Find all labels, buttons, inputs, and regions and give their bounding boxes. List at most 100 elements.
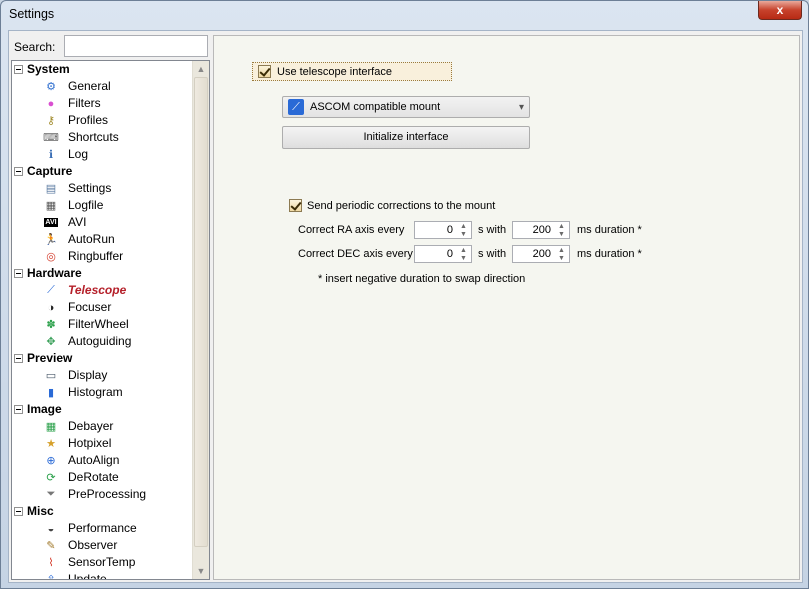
tree-item-label: Shortcuts bbox=[68, 130, 119, 144]
tree-item-update[interactable]: ⇪ Update bbox=[12, 571, 192, 580]
tree-item-debayer[interactable]: ▦ Debayer bbox=[12, 418, 192, 435]
tree-item-hotpixel[interactable]: ★ Hotpixel bbox=[12, 435, 192, 452]
tree-item-general[interactable]: ⚙ General bbox=[12, 78, 192, 95]
ra-axis-label: Correct RA axis every bbox=[298, 224, 405, 236]
spin-up-icon[interactable]: ▲ bbox=[457, 247, 470, 254]
tree-item-label: Log bbox=[68, 147, 89, 161]
capture-settings-icon: ▤ bbox=[45, 183, 57, 195]
runner-icon: 🏃 bbox=[44, 234, 58, 246]
tree-item-label: Autoguiding bbox=[68, 334, 132, 348]
spin-up-icon[interactable]: ▲ bbox=[457, 223, 470, 230]
ascom-telescope-icon: ⟋ bbox=[288, 99, 304, 115]
tree-item-preprocessing[interactable]: ⏷ PreProcessing bbox=[12, 486, 192, 503]
thermometer-icon: ⌇ bbox=[48, 557, 54, 569]
tree-group-label: Preview bbox=[27, 351, 73, 365]
tree-item-autorun[interactable]: 🏃 AutoRun bbox=[12, 231, 192, 248]
autoalign-icon: ⊕ bbox=[46, 455, 56, 467]
tree-item-focuser[interactable]: ◑ Focuser bbox=[12, 299, 192, 316]
tree-item-sensortemp[interactable]: ⌇ SensorTemp bbox=[12, 554, 192, 571]
initialize-interface-button[interactable]: Initialize interface bbox=[282, 126, 530, 149]
tree-item-observer[interactable]: ✎ Observer bbox=[12, 537, 192, 554]
spin-down-icon[interactable]: ▼ bbox=[457, 231, 470, 238]
close-button[interactable]: x bbox=[758, 1, 802, 20]
spin-down-icon[interactable]: ▼ bbox=[555, 255, 568, 262]
tree-item-label: Display bbox=[68, 368, 108, 382]
debayer-grid-icon: ▦ bbox=[45, 421, 57, 433]
tree-item-log[interactable]: ℹ Log bbox=[12, 146, 192, 163]
tree-group-label: Capture bbox=[27, 164, 73, 178]
tree-item-label: FilterWheel bbox=[68, 317, 129, 331]
tree-group-preview[interactable]: Preview bbox=[12, 350, 192, 367]
tree-item-profiles[interactable]: ⚷ Profiles bbox=[12, 112, 192, 129]
spin-up-icon[interactable]: ▲ bbox=[555, 223, 568, 230]
dec-duration-unit-label: ms duration * bbox=[577, 248, 642, 260]
tree-item-settings[interactable]: ▤ Settings bbox=[12, 180, 192, 197]
tree-item-shortcuts[interactable]: ⌨ Shortcuts bbox=[12, 129, 192, 146]
observer-icon: ✎ bbox=[46, 540, 56, 552]
tree-item-label: Settings bbox=[68, 181, 112, 195]
spin-down-icon[interactable]: ▼ bbox=[457, 255, 470, 262]
tree-item-histogram[interactable]: ▮ Histogram bbox=[12, 384, 192, 401]
dec-interval-stepper[interactable]: 0 ▲ ▼ bbox=[414, 245, 472, 263]
collapse-icon[interactable] bbox=[14, 167, 23, 176]
scroll-down-icon[interactable]: ▼ bbox=[193, 563, 209, 579]
periodic-corrections-label: Send periodic corrections to the mount bbox=[307, 200, 496, 212]
periodic-corrections-checkbox[interactable] bbox=[289, 199, 302, 212]
scroll-up-icon[interactable]: ▲ bbox=[193, 61, 209, 77]
tree-item-avi[interactable]: AVI AVI bbox=[12, 214, 192, 231]
use-telescope-checkbox[interactable] bbox=[258, 65, 271, 78]
tree-group-capture[interactable]: Capture bbox=[12, 163, 192, 180]
ra-duration-stepper[interactable]: 200 ▲ ▼ bbox=[512, 221, 570, 239]
dec-duration-value: 200 bbox=[532, 248, 551, 260]
spin-up-icon[interactable]: ▲ bbox=[555, 247, 568, 254]
tree-item-performance[interactable]: ◒ Performance bbox=[12, 520, 192, 537]
tree-group-hardware[interactable]: Hardware bbox=[12, 265, 192, 282]
update-icon: ⇪ bbox=[46, 574, 56, 580]
filterwheel-icon: ✽ bbox=[46, 319, 56, 331]
tree-group-system[interactable]: System bbox=[12, 61, 192, 78]
dec-duration-stepper[interactable]: 200 ▲ ▼ bbox=[512, 245, 570, 263]
title-bar[interactable]: Settings x bbox=[1, 1, 808, 29]
tree-item-logfile[interactable]: ▦ Logfile bbox=[12, 197, 192, 214]
autoguiding-icon: ✥ bbox=[46, 336, 56, 348]
collapse-icon[interactable] bbox=[14, 65, 23, 74]
key-icon: ⚷ bbox=[46, 115, 56, 127]
mount-type-dropdown[interactable]: ⟋ ASCOM compatible mount ▾ bbox=[282, 96, 530, 118]
tree-item-autoalign[interactable]: ⊕ AutoAlign bbox=[12, 452, 192, 469]
collapse-icon[interactable] bbox=[14, 354, 23, 363]
ra-with-label: s with bbox=[478, 224, 507, 236]
tree-item-label: Profiles bbox=[68, 113, 109, 127]
chevron-down-icon: ▾ bbox=[518, 102, 524, 113]
tree-item-label: SensorTemp bbox=[68, 555, 136, 569]
tree-item-label: Ringbuffer bbox=[68, 249, 124, 263]
tree-group-misc[interactable]: Misc bbox=[12, 503, 192, 520]
tree-item-telescope[interactable]: ⟋ Telescope bbox=[12, 282, 192, 299]
search-input[interactable] bbox=[64, 35, 208, 57]
use-telescope-label: Use telescope interface bbox=[277, 66, 392, 78]
tree-item-derotate[interactable]: ⟳ DeRotate bbox=[12, 469, 192, 486]
tree-item-display[interactable]: ▭ Display bbox=[12, 367, 192, 384]
collapse-icon[interactable] bbox=[14, 507, 23, 516]
use-telescope-checkbox-row[interactable]: Use telescope interface bbox=[252, 62, 452, 81]
tree-item-filterwheel[interactable]: ✽ FilterWheel bbox=[12, 316, 192, 333]
tree-item-label: Observer bbox=[68, 538, 118, 552]
logfile-icon: ▦ bbox=[45, 200, 57, 212]
ra-interval-stepper[interactable]: 0 ▲ ▼ bbox=[414, 221, 472, 239]
tree-item-label: AutoRun bbox=[68, 232, 115, 246]
tree-scrollbar[interactable]: ▲ ▼ bbox=[192, 61, 209, 579]
funnel-icon: ⏷ bbox=[46, 488, 56, 500]
tree-item-label: DeRotate bbox=[68, 470, 119, 484]
collapse-icon[interactable] bbox=[14, 405, 23, 414]
tree-list: System ⚙ General ● Filters ⚷ Profiles ⌨ Shortcut… bbox=[12, 61, 192, 580]
scroll-thumb[interactable] bbox=[194, 77, 208, 547]
histogram-icon: ▮ bbox=[47, 387, 55, 399]
info-log-icon: ℹ bbox=[48, 149, 54, 161]
tree-item-ringbuffer[interactable]: ◎ Ringbuffer bbox=[12, 248, 192, 265]
tree-item-autoguiding[interactable]: ✥ Autoguiding bbox=[12, 333, 192, 350]
ra-interval-value: 0 bbox=[446, 224, 453, 236]
hotpixel-star-icon: ★ bbox=[46, 438, 56, 450]
collapse-icon[interactable] bbox=[14, 269, 23, 278]
tree-item-filters[interactable]: ● Filters bbox=[12, 95, 192, 112]
spin-down-icon[interactable]: ▼ bbox=[555, 231, 568, 238]
tree-group-image[interactable]: Image bbox=[12, 401, 192, 418]
